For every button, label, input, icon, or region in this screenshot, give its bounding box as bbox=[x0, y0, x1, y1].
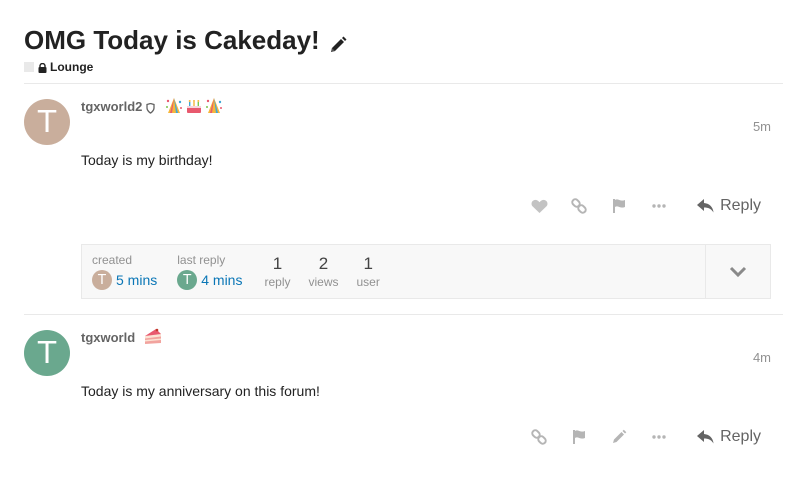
users-label: user bbox=[356, 275, 380, 289]
avatar[interactable]: T bbox=[24, 99, 70, 145]
reply-label: Reply bbox=[720, 197, 761, 214]
post-body: Today is my anniversary on this forum! bbox=[81, 383, 320, 399]
post-date[interactable]: 5m bbox=[753, 119, 771, 134]
cake-icon bbox=[185, 97, 203, 115]
pencil-icon[interactable] bbox=[328, 30, 348, 52]
reply-label: Reply bbox=[720, 428, 761, 445]
post-actions: Reply bbox=[519, 421, 771, 453]
edit-button[interactable] bbox=[599, 423, 639, 451]
username[interactable]: tgxworld2 bbox=[81, 99, 142, 114]
reply-icon bbox=[697, 430, 714, 444]
pencil-icon bbox=[613, 429, 627, 443]
heart-icon bbox=[531, 199, 548, 213]
topic-header: OMG Today is Cakeday! Lounge bbox=[24, 24, 348, 74]
divider bbox=[24, 83, 783, 84]
post-2: T tgxworld 4m Today is my anniversary on… bbox=[24, 327, 771, 429]
expand-topic-map-button[interactable] bbox=[705, 245, 770, 298]
ellipsis-icon bbox=[652, 204, 666, 208]
post-header: tgxworld2 bbox=[81, 96, 223, 116]
shield-icon bbox=[146, 101, 156, 114]
category-color-swatch bbox=[24, 62, 34, 72]
views-count-block: 2 views bbox=[308, 253, 338, 289]
last-reply-label: last reply bbox=[177, 253, 226, 267]
flag-icon bbox=[613, 199, 626, 213]
users-count-block: 1 user bbox=[357, 253, 380, 289]
post-date[interactable]: 4m bbox=[753, 350, 771, 365]
flag-icon bbox=[573, 430, 586, 444]
users-count: 1 bbox=[363, 254, 373, 273]
created-block[interactable]: created T 5 mins bbox=[92, 253, 157, 290]
reply-button[interactable]: Reply bbox=[687, 421, 771, 453]
username[interactable]: tgxworld bbox=[81, 330, 135, 345]
post-header: tgxworld bbox=[81, 327, 163, 347]
topic-map: created T 5 mins last reply T 4 mins 1 r… bbox=[81, 244, 771, 299]
flag-button[interactable] bbox=[599, 192, 639, 220]
divider bbox=[24, 314, 783, 315]
replies-count-block: 1 reply bbox=[264, 253, 290, 289]
replies-label: reply bbox=[264, 275, 291, 289]
topic-map-stats: created T 5 mins last reply T 4 mins 1 r… bbox=[82, 245, 705, 298]
topic-title[interactable]: OMG Today is Cakeday! bbox=[24, 24, 348, 56]
more-button[interactable] bbox=[639, 423, 679, 451]
replies-count: 1 bbox=[272, 254, 283, 273]
flag-button[interactable] bbox=[559, 423, 599, 451]
reply-icon bbox=[697, 199, 714, 213]
post-body: Today is my birthday! bbox=[81, 152, 213, 168]
post-1: T tgxworld2 5m Today is my birthday! bbox=[24, 98, 771, 198]
link-icon bbox=[571, 198, 587, 214]
category-name[interactable]: Lounge bbox=[50, 60, 93, 74]
confetti-icon bbox=[165, 97, 183, 115]
avatar[interactable]: T bbox=[24, 330, 70, 376]
created-time[interactable]: 5 mins bbox=[116, 272, 157, 288]
chevron-down-icon bbox=[729, 266, 747, 277]
avatar[interactable]: T bbox=[177, 270, 198, 290]
reply-button[interactable]: Reply bbox=[687, 190, 771, 222]
copy-link-button[interactable] bbox=[519, 423, 559, 451]
avatar[interactable]: T bbox=[92, 270, 112, 290]
ellipsis-icon bbox=[652, 435, 666, 439]
created-label: created bbox=[92, 253, 133, 267]
more-button[interactable] bbox=[639, 192, 679, 220]
post-actions: Reply bbox=[519, 190, 771, 222]
last-reply-time[interactable]: 4 mins bbox=[201, 272, 242, 288]
lock-icon bbox=[38, 62, 47, 73]
category-badge[interactable]: Lounge bbox=[24, 60, 348, 74]
views-label: views bbox=[308, 275, 339, 289]
topic-title-text[interactable]: OMG Today is Cakeday! bbox=[24, 24, 320, 56]
last-reply-block[interactable]: last reply T 4 mins bbox=[177, 253, 242, 290]
like-button[interactable] bbox=[519, 192, 559, 220]
views-count: 2 bbox=[318, 254, 329, 273]
copy-link-button[interactable] bbox=[559, 192, 599, 220]
confetti-icon bbox=[205, 97, 223, 115]
cake-slice-icon bbox=[143, 328, 163, 346]
link-icon bbox=[531, 429, 547, 445]
